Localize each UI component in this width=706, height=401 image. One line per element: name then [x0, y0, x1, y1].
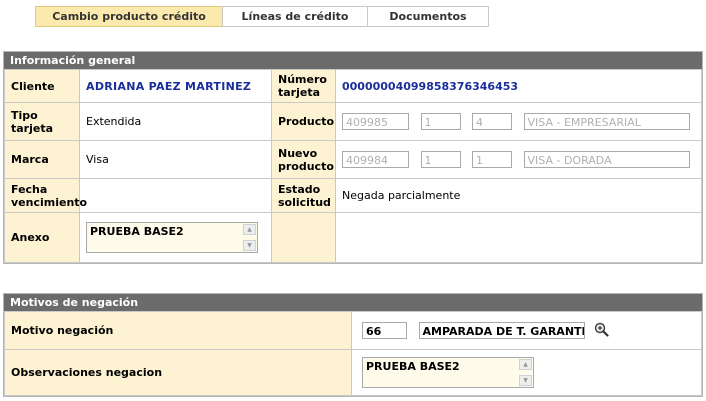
nuevo-producto-desc-field[interactable]: VISA - DORADA [523, 151, 690, 168]
motivo-negacion-fields: 66 AMPARADA DE T. GARANTIZADA [351, 311, 702, 350]
cliente-label: Cliente [4, 69, 80, 103]
tab-documentos[interactable]: Documentos [367, 6, 489, 27]
motivos-negacion-section: Motivos de negación Motivo negación 66 A… [3, 293, 703, 397]
anexo-textarea[interactable]: PRUEBA BASE2 ▲ ▼ [86, 222, 258, 253]
tipo-tarjeta-value: Extendida [79, 102, 272, 141]
observaciones-cell: PRUEBA BASE2 ▲ ▼ [351, 349, 702, 396]
tipo-tarjeta-label: Tipo tarjeta [4, 102, 80, 141]
motivo-code-field[interactable]: 66 [362, 322, 407, 339]
nuevo-producto-label: Nuevo producto [271, 140, 336, 179]
magnifier-plus-icon[interactable] [594, 322, 609, 340]
numero-tarjeta-value: 00000004099858376346453 [335, 69, 702, 103]
marca-label: Marca [4, 140, 80, 179]
informacion-general-table: Cliente ADRIANA PAEZ MARTINEZ Número tar… [4, 69, 702, 263]
numero-tarjeta-label: Número tarjeta [271, 69, 336, 103]
section-title: Información general [4, 52, 702, 69]
nuevo-producto-fields: 409984 1 1 VISA - DORADA [335, 140, 702, 179]
tab-cambio-producto-credito[interactable]: Cambio producto crédito [35, 6, 223, 27]
motivo-desc-field[interactable]: AMPARADA DE T. GARANTIZADA [418, 322, 585, 339]
producto-fields: 409985 1 4 VISA - EMPRESARIAL [335, 102, 702, 141]
producto-label: Producto [271, 102, 336, 141]
observaciones-text: PRUEBA BASE2 [366, 360, 460, 373]
producto-desc-field[interactable]: VISA - EMPRESARIAL [523, 113, 690, 130]
nuevo-producto-sub1-field[interactable]: 1 [420, 151, 461, 168]
empty-label-cell [271, 212, 336, 263]
nuevo-producto-sub2-field[interactable]: 1 [472, 151, 512, 168]
nuevo-producto-code-field[interactable]: 409984 [342, 151, 409, 168]
anexo-cell: PRUEBA BASE2 ▲ ▼ [79, 212, 272, 263]
cliente-value: ADRIANA PAEZ MARTINEZ [79, 69, 272, 103]
informacion-general-section: Información general Cliente ADRIANA PAEZ… [3, 51, 703, 264]
estado-solicitud-value: Negada parcialmente [335, 178, 702, 213]
observaciones-textarea[interactable]: PRUEBA BASE2 ▲ ▼ [362, 357, 534, 388]
fecha-vencimiento-value [79, 178, 272, 213]
fecha-vencimiento-label: Fecha vencimiento [4, 178, 87, 213]
empty-value-cell [335, 212, 702, 263]
scroll-up-icon[interactable]: ▲ [243, 224, 256, 235]
scroll-up-icon[interactable]: ▲ [519, 359, 532, 370]
observaciones-negacion-label: Observaciones negacion [4, 349, 352, 396]
scroll-down-icon[interactable]: ▼ [519, 375, 532, 386]
tab-lineas-de-credito[interactable]: Líneas de crédito [222, 6, 368, 27]
section-title: Motivos de negación [4, 294, 702, 311]
marca-value: Visa [79, 140, 272, 179]
scroll-down-icon[interactable]: ▼ [243, 240, 256, 251]
motivo-negacion-label: Motivo negación [4, 311, 352, 350]
anexo-label: Anexo [4, 212, 80, 263]
motivos-negacion-table: Motivo negación 66 AMPARADA DE T. GARANT… [4, 311, 702, 396]
anexo-text: PRUEBA BASE2 [90, 225, 184, 238]
producto-code-field[interactable]: 409985 [342, 113, 409, 130]
tab-bar: Cambio producto crédito Líneas de crédit… [35, 6, 489, 27]
estado-solicitud-label: Estado solicitud [271, 178, 336, 213]
producto-sub2-field[interactable]: 4 [472, 113, 512, 130]
producto-sub1-field[interactable]: 1 [420, 113, 461, 130]
